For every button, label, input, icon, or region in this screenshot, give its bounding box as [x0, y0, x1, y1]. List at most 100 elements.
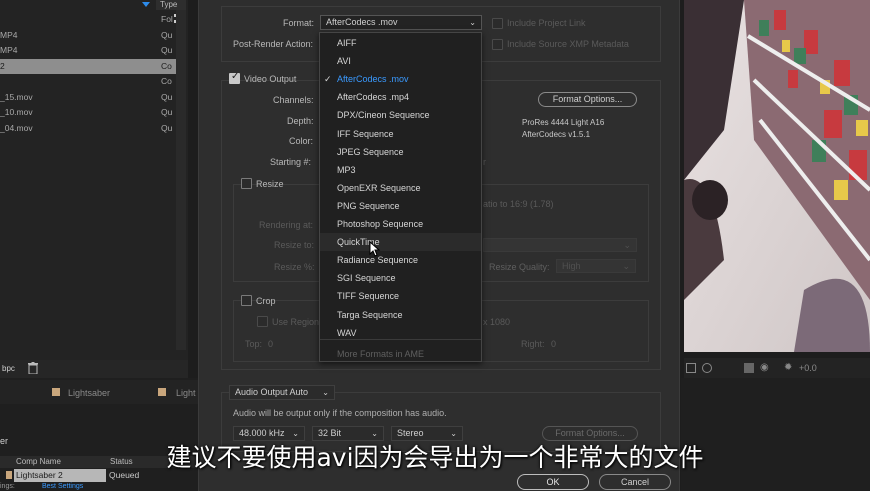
project-item[interactable]: Fol [0, 12, 176, 27]
trash-icon[interactable] [28, 362, 38, 375]
format-menu-item[interactable]: PNG Sequence [320, 197, 481, 215]
camera-icon[interactable]: ◉ [760, 362, 769, 373]
format-menu-item[interactable]: QuickTime [320, 233, 481, 252]
chevron-down-icon: ⌄ [622, 261, 630, 271]
timeline-tab-light[interactable]: Light [176, 388, 196, 398]
format-menu-item-label: IFF Sequence [337, 128, 394, 139]
crop-checkbox[interactable] [241, 295, 252, 306]
format-menu-item[interactable]: Photoshop Sequence [320, 215, 481, 233]
status-column[interactable]: Status [110, 457, 133, 466]
project-item-name: _15.mov [0, 91, 33, 102]
project-item-name: _04.mov [0, 122, 33, 133]
timeline-tab-lightsaber[interactable]: Lightsaber [68, 388, 110, 398]
format-menu-item[interactable]: AIFF [320, 34, 481, 52]
color-label: Color: [289, 136, 314, 146]
composition-viewer[interactable] [684, 0, 870, 352]
format-menu-item[interactable]: SGI Sequence [320, 269, 481, 287]
sort-arrow-icon[interactable] [142, 2, 150, 7]
project-item[interactable]: _15.mov Qu [0, 90, 176, 105]
mask-icon[interactable] [702, 363, 712, 373]
crop-right-label: Right: [521, 339, 545, 349]
include-project-link-label: Include Project Link [507, 18, 586, 28]
audio-channels-dropdown[interactable]: Stereo ⌄ [391, 426, 463, 441]
project-item[interactable]: MP4 Qu [0, 43, 176, 58]
project-item[interactable]: Co [0, 74, 176, 89]
grid-icon[interactable] [686, 363, 696, 373]
format-menu-item[interactable]: MP3 [320, 161, 481, 179]
use-region-checkbox[interactable] [257, 316, 268, 327]
exposure-value[interactable]: +0.0 [799, 363, 817, 373]
project-item-name: MP4 [0, 29, 18, 40]
format-menu-item[interactable]: AfterCodecs .mp4 [320, 88, 481, 106]
format-menu-item-label: TIFF Sequence [337, 291, 400, 302]
project-item[interactable]: MP4 Qu [0, 28, 176, 43]
audio-format-options-button[interactable]: Format Options... [542, 426, 638, 441]
use-region-label: Use Region [272, 317, 320, 327]
cancel-button[interactable]: Cancel [599, 474, 671, 490]
include-xmp-checkbox[interactable] [492, 39, 503, 50]
format-options-button[interactable]: Format Options... [538, 92, 637, 107]
audio-output-dropdown[interactable]: Audio Output Auto ⌄ [229, 385, 335, 400]
codec-summary-line1: ProRes 4444 Light A16 [522, 118, 605, 127]
format-menu-item[interactable]: DPX/Cineon Sequence [320, 106, 481, 124]
render-queue-row[interactable]: Lightsaber 2 Queued [0, 469, 198, 482]
checkmark-icon: ✓ [324, 74, 332, 85]
render-settings-link[interactable]: Best Settings [42, 483, 83, 490]
project-item[interactable]: _10.mov Qu [0, 105, 176, 120]
project-item-type: Qu [161, 29, 173, 40]
project-footer: bpc [0, 360, 188, 378]
project-scrollbar[interactable] [176, 10, 186, 350]
mouse-cursor-icon [369, 240, 381, 257]
bit-depth-dropdown[interactable]: 32 Bit ⌄ [312, 426, 384, 441]
exposure-icon[interactable]: ✹ [784, 362, 792, 373]
format-menu-item-label: AfterCodecs .mp4 [337, 92, 410, 103]
resize-percent-label: Resize %: [274, 262, 315, 272]
type-column-header[interactable]: Type [156, 0, 186, 10]
comp-name-column[interactable]: Comp Name [16, 457, 61, 466]
resize-label: Resize [256, 179, 284, 189]
audio-note: Audio will be output only if the composi… [233, 408, 447, 418]
timeline-right [681, 378, 870, 491]
format-menu-item-label: MP3 [337, 164, 356, 175]
project-item-type: Co [161, 76, 172, 86]
format-menu-item-label: AfterCodecs .mov [337, 74, 409, 85]
channel-icon[interactable] [744, 363, 754, 373]
render-settings-row: ings: Best Settings [0, 483, 198, 491]
render-queue-header: Comp Name Status [0, 456, 198, 468]
project-item-type: Qu [161, 107, 173, 117]
resize-quality-dropdown[interactable]: High ⌄ [556, 259, 636, 273]
format-menu-item[interactable]: TIFF Sequence [320, 287, 481, 305]
rendering-at-label: Rendering at: [259, 220, 314, 230]
bit-depth-label[interactable]: bpc [2, 364, 15, 373]
project-item[interactable]: _04.mov Qu [0, 121, 176, 136]
format-dropdown[interactable]: AfterCodecs .mov ⌄ [320, 15, 482, 30]
ok-button[interactable]: OK [517, 474, 589, 490]
format-menu-item[interactable]: Targa Sequence [320, 306, 481, 324]
chevron-down-icon: ⌄ [322, 388, 329, 397]
format-menu-item[interactable]: ✓ AfterCodecs .mov [320, 70, 481, 88]
audio-section [221, 392, 661, 452]
format-label: Format: [283, 18, 315, 28]
format-menu-item[interactable]: Radiance Sequence [320, 251, 481, 269]
format-menu-item-label: OpenEXR Sequence [337, 182, 421, 193]
format-menu-item[interactable]: IFF Sequence [320, 125, 481, 143]
format-dropdown-value: AfterCodecs .mov [326, 17, 398, 27]
sample-rate-dropdown[interactable]: 48.000 kHz ⌄ [233, 426, 305, 441]
resize-preset-dropdown[interactable]: ⌄ [483, 238, 637, 252]
render-queue-label: er [0, 436, 9, 446]
viewer-toolbar: ◉ ✹ +0.0 [684, 358, 870, 378]
project-item[interactable]: 2 Co [0, 58, 176, 74]
render-settings-label: ings: [0, 483, 15, 490]
crop-label: Crop [256, 296, 276, 306]
project-item-type: Qu [161, 122, 173, 133]
format-menu-item[interactable]: OpenEXR Sequence [320, 179, 481, 197]
video-output-checkbox[interactable] [229, 71, 240, 84]
crop-top-label: Top: [245, 339, 263, 349]
resize-checkbox[interactable] [241, 178, 252, 189]
format-menu-item[interactable]: JPEG Sequence [320, 143, 481, 161]
resize-quality-value: High [562, 261, 581, 271]
format-menu-item[interactable]: AVI [320, 52, 481, 70]
chevron-down-icon: ⌄ [371, 429, 378, 438]
include-project-link-checkbox[interactable] [492, 18, 503, 29]
project-item-type: Co [161, 60, 172, 71]
